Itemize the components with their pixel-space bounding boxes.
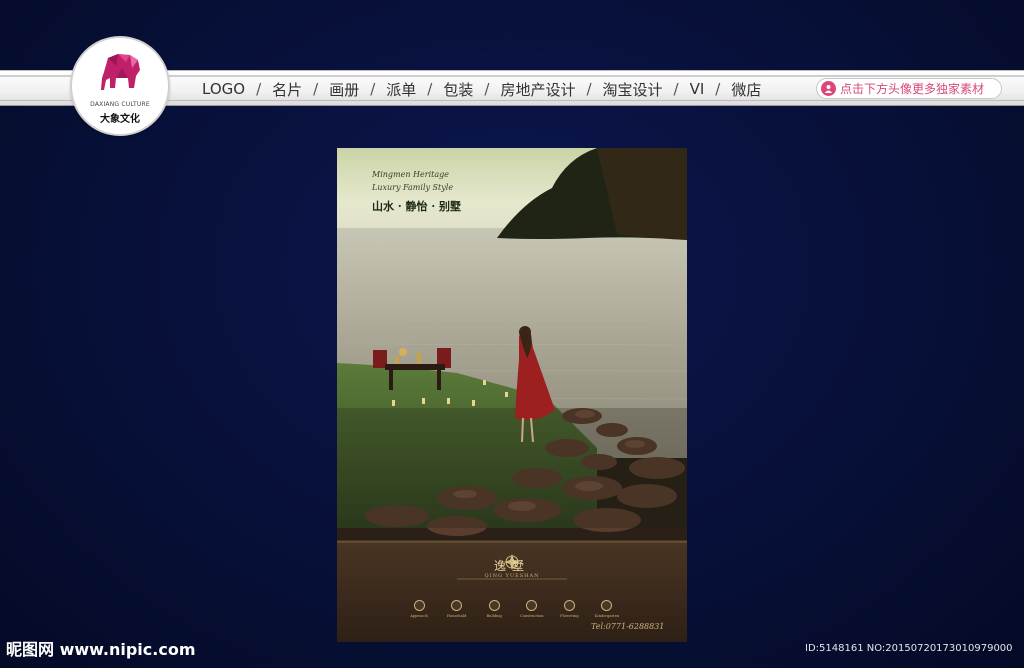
feature-icons-row: Approach Household Building Construction Flo… [401,600,625,618]
nav-item[interactable]: 名片 [270,79,304,100]
poster: Mingmen Heritage Luxury Family Style 山水 … [337,148,687,642]
brand-name-en: QING YUESHAN [484,573,540,579]
nav-separator: / [715,80,721,98]
poster-phone: Tel:0771-6288831 [591,622,665,631]
nav-separator: / [427,80,433,98]
nav-separator: / [586,80,592,98]
brand-name-cn: 逸墅 [493,559,530,573]
elephant-icon [101,54,140,90]
feature-label: Kindergarten [594,614,620,618]
nav-item[interactable]: VI [688,80,707,98]
brand-logo[interactable]: DAXIANG CULTURE 大象文化 [72,38,168,134]
nav-separator: / [313,80,319,98]
logo-english: DAXIANG CULTURE [90,101,150,108]
feature-item: Household [439,600,475,618]
feature-item: Building [476,600,512,618]
poster-tagline-1: Mingmen Heritage [372,170,449,179]
feature-item: Approach [401,600,437,618]
promo-link[interactable]: 点击下方头像更多独家素材 [816,78,1002,99]
feature-icon [601,600,613,611]
feature-label: Construction [519,614,544,618]
poster-slogan: 山水 · 静怡 · 别墅 [372,200,461,213]
feature-label: Approach [410,614,428,618]
feature-label: Building [486,614,502,618]
poster-tagline-2: Luxury Family Style [372,183,454,192]
image-id: ID:5148161 NO:20150720173010979000 [805,643,1013,654]
logo-chinese: 大象文化 [100,114,140,125]
feature-icon [413,600,425,611]
feature-item: Construction [514,600,550,618]
nav-item[interactable]: 派单 [384,79,418,100]
feature-label: Household [446,614,467,618]
feature-label: Flowering [560,614,579,618]
nav-item[interactable]: LOGO [200,80,247,98]
nav-separator: / [484,80,490,98]
feature-item: Flowering [551,600,587,618]
nav-separator: / [256,80,262,98]
nav-item[interactable]: 画册 [327,79,361,100]
feature-icon [451,600,463,611]
nav-menu: LOGO / 名片 / 画册 / 派单 / 包装 / 房地产设计 / 淘宝设计 / VI / 微店 [200,78,763,100]
nav-item[interactable]: 房地产设计 [498,79,577,100]
feature-icon [563,600,575,611]
nav-item[interactable]: 包装 [441,79,475,100]
avatar-icon [821,81,836,96]
feature-icon [488,600,500,611]
site-watermark: 昵图网 www.nipic.com [6,640,196,659]
feature-item: Kindergarten [589,600,625,618]
nav-item[interactable]: 淘宝设计 [601,79,665,100]
nav-separator: / [673,80,679,98]
nav-item[interactable]: 微店 [729,79,763,100]
feature-icon [526,600,538,611]
promo-text: 点击下方头像更多独家素材 [840,82,985,96]
nav-separator: / [370,80,376,98]
